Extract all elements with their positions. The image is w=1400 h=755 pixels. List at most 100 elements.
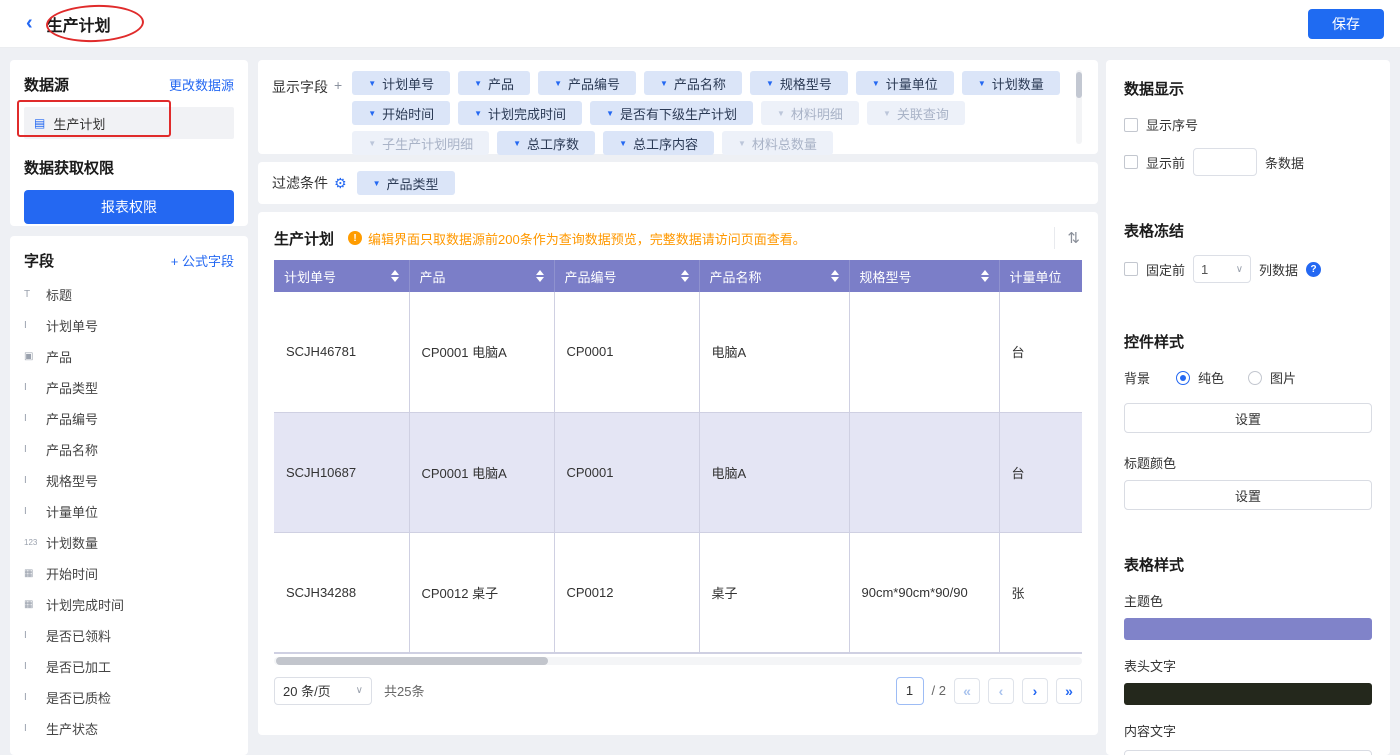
rows-suffix-label: 条数据 bbox=[1265, 153, 1304, 172]
content-text-set-button[interactable]: 设置 bbox=[1124, 750, 1372, 755]
cell: 电脑A bbox=[699, 412, 849, 532]
chip-label: 材料明细 bbox=[791, 104, 843, 123]
page-input[interactable]: 1 bbox=[896, 677, 924, 705]
date-field-icon: ▦ bbox=[24, 599, 46, 610]
field-chip[interactable]: ▼产品名称 bbox=[644, 71, 742, 95]
field-chip[interactable]: ▼规格型号 bbox=[750, 71, 848, 95]
chevron-down-icon: ∨ bbox=[1236, 264, 1243, 275]
field-chip[interactable]: ▼总工序数 bbox=[497, 131, 595, 155]
field-item[interactable]: 123计划数量 bbox=[24, 527, 234, 558]
field-item[interactable]: I产品编号 bbox=[24, 403, 234, 434]
show-first-checkbox[interactable] bbox=[1124, 155, 1138, 169]
data-display-title: 数据显示 bbox=[1124, 78, 1372, 99]
sort-order-button[interactable]: ⇅ bbox=[1054, 227, 1082, 249]
scrollbar-thumb[interactable] bbox=[1076, 72, 1082, 98]
sort-icon[interactable] bbox=[831, 270, 839, 282]
field-chip[interactable]: ▼计划完成时间 bbox=[458, 101, 582, 125]
title-color-set-button[interactable]: 设置 bbox=[1124, 480, 1372, 510]
field-item[interactable]: I计量单位 bbox=[24, 496, 234, 527]
page-size-select[interactable]: 20 条/页 ∨ bbox=[274, 677, 372, 705]
column-header[interactable]: 计量单位 bbox=[999, 260, 1082, 292]
sort-icon[interactable] bbox=[681, 270, 689, 282]
prev-page-button[interactable]: ‹ bbox=[988, 678, 1014, 704]
field-chip[interactable]: ▼关联查询 bbox=[867, 101, 965, 125]
solid-radio[interactable] bbox=[1176, 371, 1190, 385]
field-item[interactable]: ▣产品 bbox=[24, 341, 234, 372]
header-text-swatch[interactable] bbox=[1124, 683, 1372, 705]
field-item[interactable]: I计划单号 bbox=[24, 310, 234, 341]
column-header[interactable]: 规格型号 bbox=[849, 260, 999, 292]
horizontal-scrollbar[interactable] bbox=[274, 657, 1082, 665]
scrollbar-thumb[interactable] bbox=[276, 657, 548, 665]
last-page-button[interactable]: » bbox=[1056, 678, 1082, 704]
first-page-button[interactable]: « bbox=[954, 678, 980, 704]
vertical-scrollbar[interactable] bbox=[1076, 70, 1082, 144]
chip-label: 是否有下级生产计划 bbox=[620, 104, 737, 123]
chevron-down-icon: ▼ bbox=[368, 79, 376, 88]
fix-count-select[interactable]: 1 ∨ bbox=[1193, 255, 1251, 283]
fix-columns-checkbox[interactable] bbox=[1124, 262, 1138, 276]
cell: SCJH34288 bbox=[274, 532, 409, 652]
back-icon[interactable]: ‹ bbox=[26, 12, 33, 35]
show-first-input[interactable] bbox=[1193, 148, 1257, 176]
field-item[interactable]: I是否已加工 bbox=[24, 651, 234, 682]
field-chip[interactable]: ▼产品 bbox=[458, 71, 530, 95]
table-row[interactable]: SCJH10687 CP0001 电脑A CP0001 电脑A 台 bbox=[274, 412, 1082, 532]
background-set-button[interactable]: 设置 bbox=[1124, 403, 1372, 433]
sort-icon[interactable] bbox=[981, 270, 989, 282]
field-chip[interactable]: ▼是否有下级生产计划 bbox=[590, 101, 753, 125]
pagination-bar: 20 条/页 ∨ 共25条 1 / 2 « ‹ › » bbox=[274, 677, 1082, 705]
field-chip[interactable]: ▼材料总数量 bbox=[722, 131, 833, 155]
field-item[interactable]: ▦计划完成时间 bbox=[24, 589, 234, 620]
save-button[interactable]: 保存 bbox=[1308, 9, 1384, 39]
chevron-down-icon: ▼ bbox=[738, 139, 746, 148]
field-chip[interactable]: ▼计量单位 bbox=[856, 71, 954, 95]
show-index-checkbox[interactable] bbox=[1124, 118, 1138, 132]
field-item[interactable]: I是否已质检 bbox=[24, 682, 234, 713]
field-label: 计划数量 bbox=[46, 533, 98, 552]
gear-icon[interactable]: ⚙ bbox=[334, 175, 347, 192]
add-display-field-button[interactable]: + bbox=[334, 77, 342, 146]
field-chip[interactable]: ▼开始时间 bbox=[352, 101, 450, 125]
field-chip[interactable]: ▼子生产计划明细 bbox=[352, 131, 489, 155]
text-field-icon: I bbox=[24, 723, 46, 734]
field-item[interactable]: I生产状态 bbox=[24, 713, 234, 744]
cell: 张 bbox=[999, 532, 1082, 652]
next-page-button[interactable]: › bbox=[1022, 678, 1048, 704]
change-datasource-link[interactable]: 更改数据源 bbox=[169, 75, 234, 94]
image-radio[interactable] bbox=[1248, 371, 1262, 385]
chip-label: 计划单号 bbox=[382, 74, 434, 93]
top-bar: ‹ 生产计划 保存 bbox=[0, 0, 1400, 48]
table-row[interactable]: SCJH46781 CP0001 电脑A CP0001 电脑A 台 bbox=[274, 292, 1082, 412]
field-item[interactable]: I产品类型 bbox=[24, 372, 234, 403]
table-header-row: 计划单号 产品 产品编号 产品名称 规格型号 计量单位 bbox=[274, 260, 1082, 292]
column-header[interactable]: 产品名称 bbox=[699, 260, 849, 292]
field-item[interactable]: I产品名称 bbox=[24, 434, 234, 465]
field-chip[interactable]: ▼计划数量 bbox=[962, 71, 1060, 95]
field-item[interactable]: I规格型号 bbox=[24, 465, 234, 496]
field-chip[interactable]: ▼产品编号 bbox=[538, 71, 636, 95]
notice-text: 编辑界面只取数据源前200条作为查询数据预览，完整数据请访问页面查看。 bbox=[368, 229, 806, 248]
add-formula-field-link[interactable]: + 公式字段 bbox=[171, 251, 234, 270]
field-label: 生产状态 bbox=[46, 719, 98, 738]
column-header[interactable]: 计划单号 bbox=[274, 260, 409, 292]
theme-color-swatch[interactable] bbox=[1124, 618, 1372, 640]
field-item[interactable]: T标题 bbox=[24, 279, 234, 310]
field-item[interactable]: ▦开始时间 bbox=[24, 558, 234, 589]
sort-icon[interactable] bbox=[391, 270, 399, 282]
table-row[interactable]: SCJH34288 CP0012 桌子 CP0012 桌子 90cm*90cm*… bbox=[274, 532, 1082, 652]
field-chip[interactable]: ▼总工序内容 bbox=[603, 131, 714, 155]
sort-icon[interactable] bbox=[536, 270, 544, 282]
filter-chip[interactable]: ▼产品类型 bbox=[357, 171, 455, 195]
field-chip[interactable]: ▼材料明细 bbox=[761, 101, 859, 125]
datasource-item[interactable]: ▤ 生产计划 bbox=[24, 107, 234, 139]
column-header[interactable]: 产品编号 bbox=[554, 260, 699, 292]
field-item[interactable]: I是否已领料 bbox=[24, 620, 234, 651]
field-chip[interactable]: ▼ 计划单号 bbox=[352, 71, 450, 95]
column-header[interactable]: 产品 bbox=[409, 260, 554, 292]
report-permission-button[interactable]: 报表权限 bbox=[24, 190, 234, 224]
text-field-icon: I bbox=[24, 475, 46, 486]
cell: 桌子 bbox=[699, 532, 849, 652]
text-field-icon: I bbox=[24, 506, 46, 517]
help-icon[interactable]: ? bbox=[1306, 262, 1321, 277]
